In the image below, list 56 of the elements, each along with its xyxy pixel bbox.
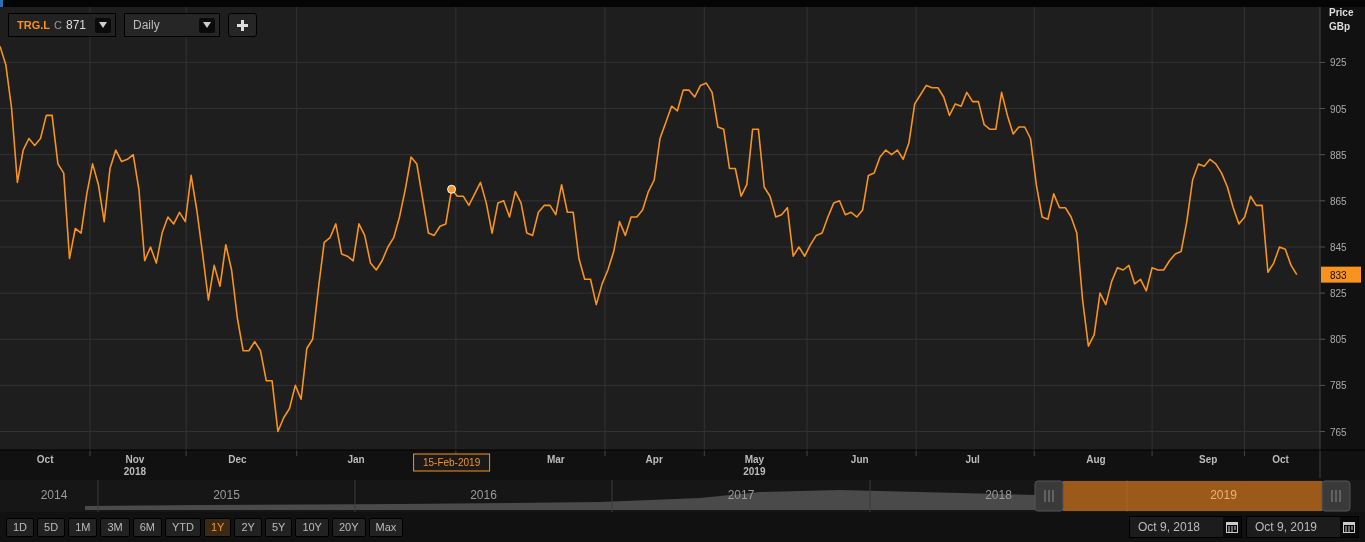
range-button[interactable]: 1D xyxy=(6,517,35,537)
y-axis-label: 825 xyxy=(1330,288,1347,300)
range-handle[interactable] xyxy=(1034,480,1064,512)
x-axis-label: Nov xyxy=(125,454,145,465)
calendar-icon[interactable] xyxy=(1340,517,1358,537)
range-button[interactable]: Max xyxy=(368,517,404,537)
range-button[interactable]: 2Y xyxy=(234,517,262,537)
crosshair-date-label: 15-Feb-2019 xyxy=(413,453,491,472)
x-axis-year-label: 2019 xyxy=(743,466,766,477)
crosshair-marker xyxy=(447,184,457,194)
add-button[interactable] xyxy=(228,13,257,37)
plus-icon xyxy=(237,19,248,31)
navigator-year-label: 2015 xyxy=(213,488,240,502)
x-axis-label: Jan xyxy=(347,454,365,465)
y-axis-label: 785 xyxy=(1330,380,1347,392)
x-axis-label: Jul xyxy=(965,454,980,465)
symbol-selector[interactable]: TRG.L C 871 xyxy=(8,13,116,37)
x-axis-year-label: 2018 xyxy=(123,466,146,477)
y-axis-label: 865 xyxy=(1330,195,1347,207)
y-axis-label: 765 xyxy=(1330,426,1347,438)
x-axis-label: Dec xyxy=(228,454,247,465)
range-button[interactable]: YTD xyxy=(164,517,201,537)
navigator-year-label: 2014 xyxy=(40,488,68,502)
navigator-year-label: 2016 xyxy=(470,488,497,502)
navigator-year-label: 2019 xyxy=(1210,488,1237,502)
y-axis-label: 925 xyxy=(1330,57,1347,69)
range-handle[interactable] xyxy=(1321,480,1351,512)
x-axis-label: Jun xyxy=(850,454,869,465)
x-axis-label: Oct xyxy=(36,454,54,465)
calendar-icon[interactable] xyxy=(1223,517,1241,537)
range-button[interactable]: 6M xyxy=(132,517,162,537)
last-price-tag: 833 xyxy=(1321,266,1361,283)
range-button[interactable]: 3M xyxy=(100,517,130,537)
navigator-year-label: 2018 xyxy=(985,488,1012,502)
interval-dropdown[interactable]: Daily xyxy=(124,13,220,37)
range-button[interactable]: 1M xyxy=(68,517,98,537)
range-button[interactable]: 10Y xyxy=(295,517,329,537)
x-axis-label: Apr xyxy=(645,454,663,465)
end-date-field[interactable]: Oct 9, 2019 xyxy=(1246,516,1359,538)
range-button[interactable]: 1Y xyxy=(203,517,232,537)
start-date-field[interactable]: Oct 9, 2018 xyxy=(1129,516,1242,538)
y-axis-title: Price xyxy=(1329,7,1354,18)
x-axis-label: Oct xyxy=(1272,454,1289,465)
y-axis-title: GBp xyxy=(1329,21,1351,32)
range-button[interactable]: 5Y xyxy=(264,517,293,537)
x-axis-label: May xyxy=(744,454,765,465)
navigator-year-label: 2017 xyxy=(727,488,755,502)
x-axis-label: Aug xyxy=(1086,454,1106,465)
y-axis-label: 905 xyxy=(1330,103,1347,115)
y-axis-label: 845 xyxy=(1330,241,1347,253)
y-axis-label: 885 xyxy=(1330,149,1347,161)
range-button[interactable]: 5D xyxy=(37,517,66,537)
x-axis-label: Sep xyxy=(1199,454,1218,465)
x-axis-label: Mar xyxy=(546,454,565,465)
range-button[interactable]: 20Y xyxy=(331,517,366,537)
y-axis-label: 805 xyxy=(1330,334,1347,346)
